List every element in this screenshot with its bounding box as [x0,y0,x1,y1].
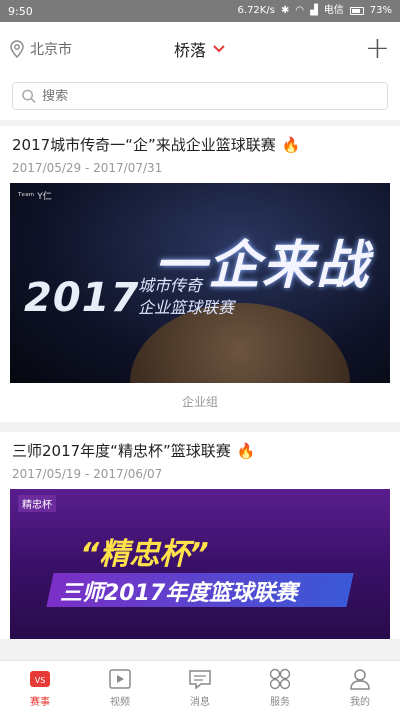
svg-text:VS: VS [35,676,46,685]
wifi-icon: ◠ [295,5,305,16]
event-banner[interactable]: 精忠杯 “精忠杯” 三师2017年度篮球联赛 [10,489,390,639]
network-speed: 6.72K/s [237,5,275,16]
tab-video[interactable]: 视频 [80,661,160,714]
event-category-tag: 企业组 [181,395,218,409]
search-bar [0,76,400,120]
play-icon [108,668,132,690]
status-bar: 9:50 6.72K/s ✱ ◠ ▟ 电信 73% [0,0,400,22]
tab-events[interactable]: VS 赛事 [0,661,80,714]
carrier: 电信 [323,5,344,16]
area-label: 桥落 [173,41,207,60]
service-icon [268,668,292,690]
banner-subtitle-line-2: 企业篮球联赛 [138,298,235,317]
event-title-row: 2017城市传奇一“企”来战企业篮球联赛 🔥 [0,126,400,159]
tab-profile[interactable]: 我的 [320,661,400,714]
event-date: 2017/05/19 - 2017/06/07 [12,467,163,481]
battery-icon [349,7,364,15]
status-right: 6.72K/s ✱ ◠ ▟ 电信 73% [238,6,392,16]
hot-fire-icon: 🔥 [236,441,256,460]
event-feed: 2017城市传奇一“企”来战企业篮球联赛 🔥 2017/05/29 - 2017… [0,126,400,660]
status-time: 9:50 [8,4,33,18]
user-icon [348,668,372,690]
tab-services[interactable]: 服务 [240,661,320,714]
location-label: 北京市 [30,42,72,58]
banner-year: 2017 [24,275,140,321]
bluetooth-icon: ✱ [280,5,290,16]
banner-subtitle: 城市传奇 企业篮球联赛 [138,275,234,319]
event-date: 2017/05/29 - 2017/07/31 [12,161,163,175]
hot-fire-icon: 🔥 [281,135,301,154]
top-nav: 北京市 桥落 + [0,22,400,76]
search-box[interactable] [12,82,388,110]
add-icon[interactable]: + [365,34,390,64]
tab-label: 我的 [350,696,370,708]
battery-percent: 73% [369,5,392,16]
location-selector[interactable]: 北京市 [10,39,72,59]
event-title: 2017城市传奇一“企”来战企业篮球联赛 [12,136,276,154]
tab-label: 赛事 [30,696,50,708]
chevron-down-icon [213,45,225,53]
tab-messages[interactable]: 消息 [160,661,240,714]
search-icon [22,89,36,104]
event-title: 三师2017年度“精忠杯”篮球联赛 [12,442,231,460]
event-banner[interactable]: ᵀᵉᵃᵐ Y仁 一企来战 2017 城市传奇 企业篮球联赛 [10,183,390,383]
banner-subtitle: 三师2017年度篮球联赛 [60,581,298,606]
banner-subtitle-line-1: 城市传奇 [138,276,203,295]
bottom-tab-bar: VS 赛事 视频 消息 服务 我的 [0,660,400,714]
location-pin-icon [10,40,24,58]
signal-icon: ▟ [310,5,318,16]
search-input[interactable] [42,88,379,104]
event-card[interactable]: 2017城市传奇一“企”来战企业篮球联赛 🔥 2017/05/29 - 2017… [0,126,400,422]
area-selector[interactable]: 桥落 [174,37,226,61]
tab-label: 视频 [110,696,130,708]
event-title-row: 三师2017年度“精忠杯”篮球联赛 🔥 [0,432,400,465]
banner-headline: “精忠杯” [80,537,209,572]
message-icon [188,668,212,690]
tab-label: 服务 [270,696,290,708]
trophy-icon: VS [28,668,52,690]
event-card[interactable]: 三师2017年度“精忠杯”篮球联赛 🔥 2017/05/19 - 2017/06… [0,432,400,639]
tab-label: 消息 [190,696,210,708]
banner-logo: 精忠杯 [18,495,56,512]
banner-logo: ᵀᵉᵃᵐ Y仁 [18,192,52,202]
